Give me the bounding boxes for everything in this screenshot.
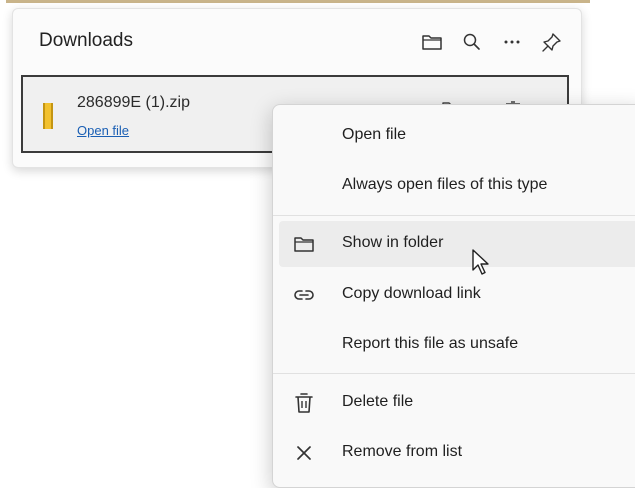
zip-file-icon	[43, 103, 53, 129]
search-downloads-button[interactable]	[457, 27, 487, 57]
menu-item-copy-link[interactable]: Copy download link	[279, 272, 635, 318]
menu-item-label: Show in folder	[342, 234, 444, 251]
menu-item-report-unsafe[interactable]: Report this file as unsafe	[279, 322, 635, 368]
close-icon	[293, 442, 315, 464]
menu-item-remove-from-list[interactable]: Remove from list	[279, 430, 635, 476]
more-icon	[504, 40, 520, 44]
link-icon	[293, 284, 315, 306]
more-options-button[interactable]	[497, 27, 527, 57]
open-file-link[interactable]: Open file	[77, 123, 129, 138]
menu-item-open-file[interactable]: Open file	[279, 113, 635, 159]
menu-item-label: Remove from list	[342, 443, 463, 460]
menu-item-label: Report this file as unsafe	[342, 335, 519, 352]
search-icon	[463, 33, 480, 50]
file-name: 286899E (1).zip	[77, 94, 190, 111]
window-frame-edge	[6, 0, 590, 3]
menu-item-label: Copy download link	[342, 285, 481, 302]
menu-separator	[273, 373, 635, 374]
menu-separator	[273, 215, 635, 216]
folder-icon	[293, 233, 315, 255]
menu-item-label: Open file	[342, 126, 407, 143]
pin-icon	[542, 33, 561, 52]
menu-item-label: Delete file	[342, 393, 414, 410]
menu-item-delete-file[interactable]: Delete file	[279, 380, 635, 426]
open-downloads-folder-button[interactable]	[417, 27, 447, 57]
mouse-pointer-icon	[472, 249, 489, 275]
menu-item-show-in-folder[interactable]: Show in folder	[279, 221, 635, 267]
trash-icon	[293, 392, 315, 414]
header-toolbar	[417, 27, 567, 57]
context-menu: Open file Always open files of this type…	[272, 104, 635, 488]
menu-item-always-open[interactable]: Always open files of this type	[279, 163, 635, 209]
panel-title: Downloads	[39, 30, 133, 51]
menu-item-label: Always open files of this type	[342, 176, 548, 193]
pin-button[interactable]	[537, 27, 567, 57]
folder-icon	[422, 35, 442, 50]
